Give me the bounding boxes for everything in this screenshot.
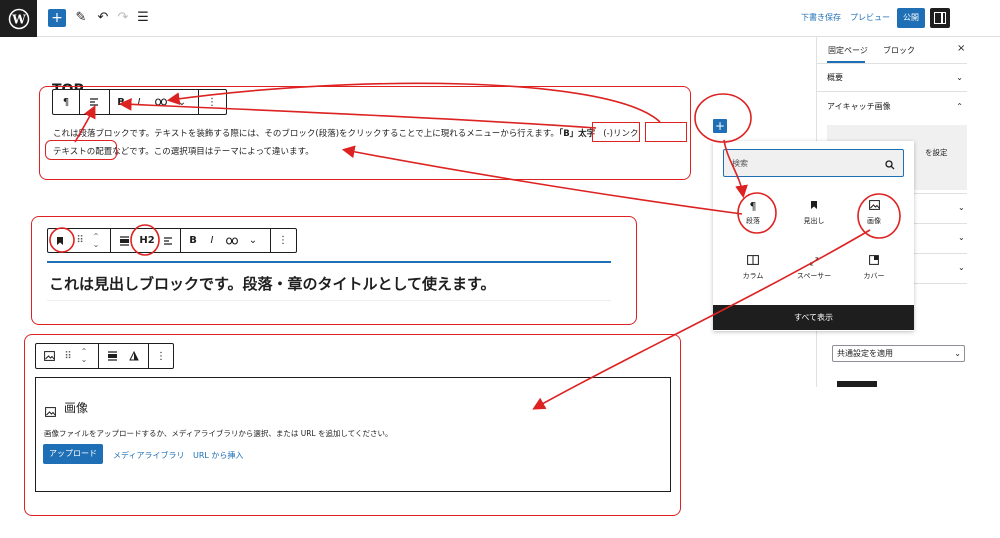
inserter-item-label: カラム [742, 272, 764, 280]
redo-icon[interactable]: ↷ [115, 9, 131, 27]
annotation-circle [694, 93, 752, 143]
close-icon[interactable]: × [957, 43, 965, 54]
sidebar-label-fragment [837, 381, 877, 387]
annotation-box [24, 334, 681, 516]
search-placeholder: 検索 [732, 159, 748, 168]
annotation-box [592, 122, 640, 142]
summary-panel[interactable]: 概要 ⌄ [817, 64, 967, 92]
cover-icon [844, 255, 904, 271]
summary-label: 概要 [827, 73, 843, 82]
show-all-button[interactable]: すべて表示 [713, 305, 914, 330]
columns-icon [723, 255, 783, 271]
inserter-search-input[interactable]: 検索 [723, 149, 904, 177]
chevron-down-icon: ⌄ [954, 349, 961, 358]
inserter-item-cover[interactable]: カバー [844, 255, 904, 281]
inline-inserter-button[interactable]: + [713, 119, 727, 133]
active-tab-indicator [827, 61, 865, 63]
inserter-item-spacer[interactable]: ⤢ スペーサー [784, 255, 844, 281]
list-view-icon[interactable]: ☰ [135, 9, 151, 27]
tab-block[interactable]: ブロック [883, 45, 915, 56]
chevron-up-icon: ⌃ [956, 102, 963, 111]
publish-button[interactable]: 公開 [897, 8, 925, 28]
svg-text:W: W [11, 12, 26, 26]
pencil-icon[interactable]: ✎ [73, 9, 89, 27]
save-draft-button[interactable]: 下書き保存 [801, 12, 841, 23]
inserter-item-paragraph[interactable]: ¶ 段落 [723, 200, 783, 226]
image-icon [844, 200, 904, 216]
settings-toggle-icon[interactable] [930, 8, 950, 28]
featured-image-panel[interactable]: アイキャッチ画像 ⌃ [817, 93, 967, 121]
inserter-item-label: 段落 [746, 217, 760, 225]
annotation-box [45, 140, 117, 160]
chevron-down-icon[interactable]: ⌄ [958, 203, 965, 212]
inserter-item-label: スペーサー [796, 272, 832, 280]
block-inserter-toggle-button[interactable]: + [48, 9, 66, 27]
featured-image-label: アイキャッチ画像 [827, 102, 891, 111]
theme-setting-select[interactable]: 共通設定を適用 ⌄ [832, 345, 965, 362]
chevron-down-icon: ⌄ [956, 73, 963, 82]
paragraph-icon: ¶ [749, 200, 757, 213]
spacer-icon: ⤢ [809, 255, 819, 268]
select-value: 共通設定を適用 [837, 349, 893, 358]
wordpress-logo-icon[interactable]: W [0, 0, 37, 37]
undo-icon[interactable]: ↶ [95, 9, 111, 27]
tab-page[interactable]: 固定ページ [828, 45, 868, 56]
inserter-item-heading[interactable]: 見出し [784, 200, 844, 226]
featured-image-hint: を設定 [925, 148, 948, 157]
chevron-down-icon[interactable]: ⌄ [958, 233, 965, 242]
preview-button[interactable]: プレビュー [850, 12, 890, 23]
inserter-item-label: 見出し [803, 217, 825, 225]
search-icon [885, 155, 895, 174]
annotation-box [31, 216, 637, 325]
bookmark-icon [784, 200, 844, 216]
chevron-down-icon[interactable]: ⌄ [958, 263, 965, 272]
inserter-item-image[interactable]: 画像 [844, 200, 904, 226]
inserter-item-label: カバー [863, 272, 885, 280]
inserter-item-columns[interactable]: カラム [723, 255, 783, 281]
inserter-item-label: 画像 [867, 217, 881, 225]
annotation-box [645, 122, 687, 142]
